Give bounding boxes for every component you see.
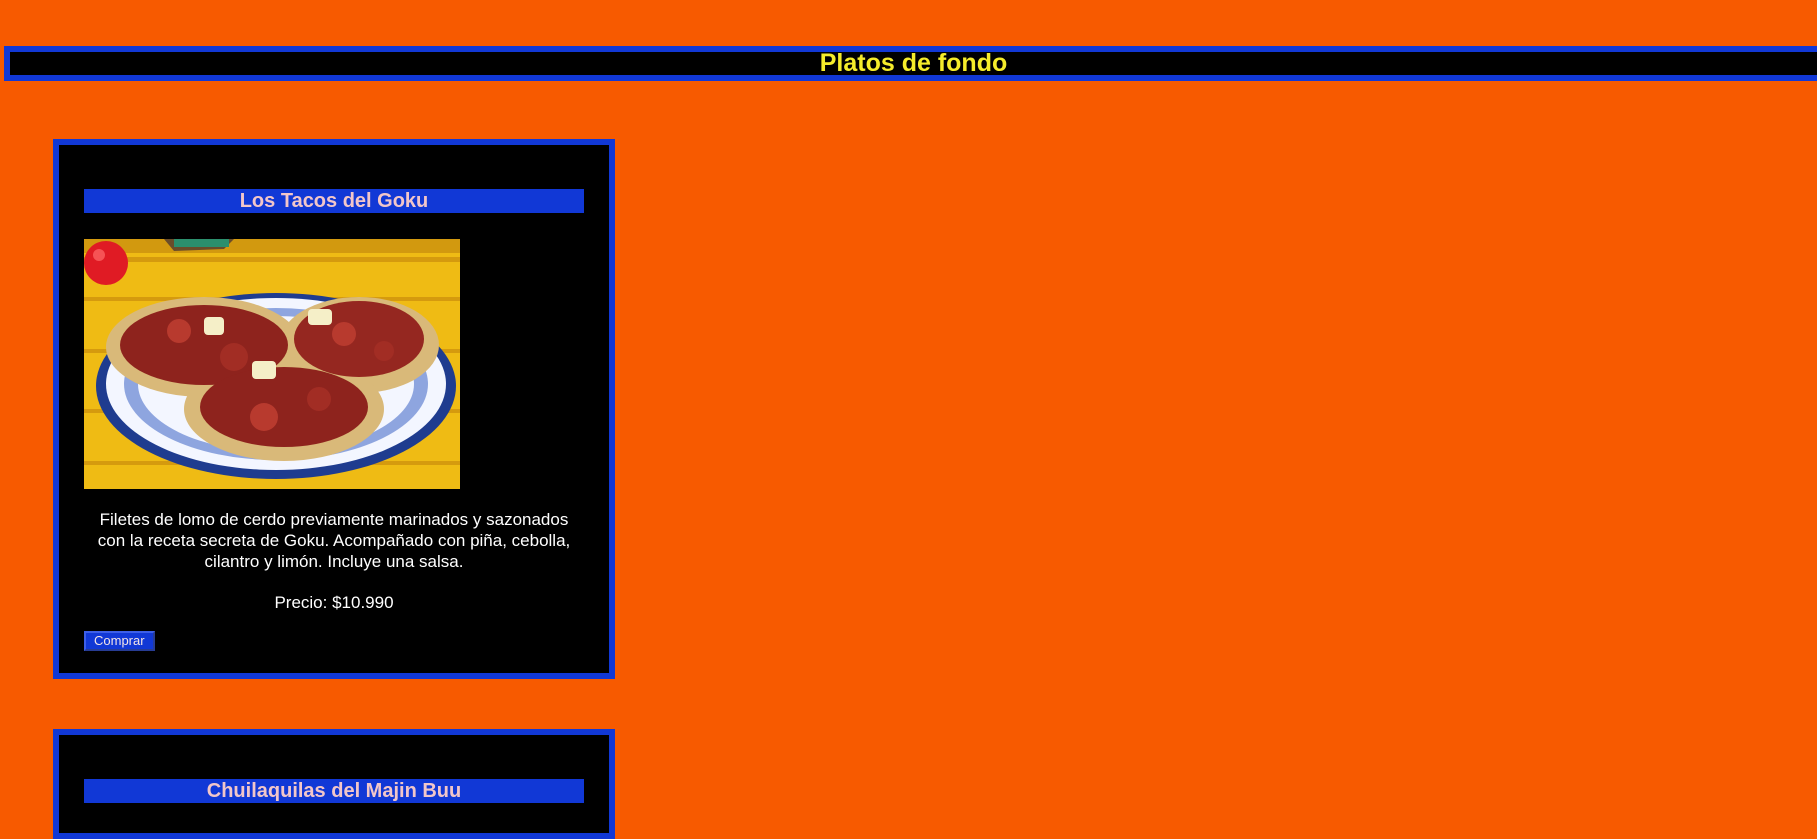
buy-button[interactable]: Comprar [84,631,155,651]
page-title: Platos de fondo [4,46,1817,81]
product-title: Los Tacos del Goku [84,189,584,213]
product-image [84,239,460,489]
product-title: Chuilaquilas del Majin Buu [84,779,584,803]
product-price: Precio: $10.990 [274,593,394,612]
product-card: Chuilaquilas del Majin Buu [53,729,615,839]
product-description: Filetes de lomo de cerdo previamente mar… [97,510,571,571]
product-card: Los Tacos del Goku Filetes de lomo de ce… [53,139,615,679]
